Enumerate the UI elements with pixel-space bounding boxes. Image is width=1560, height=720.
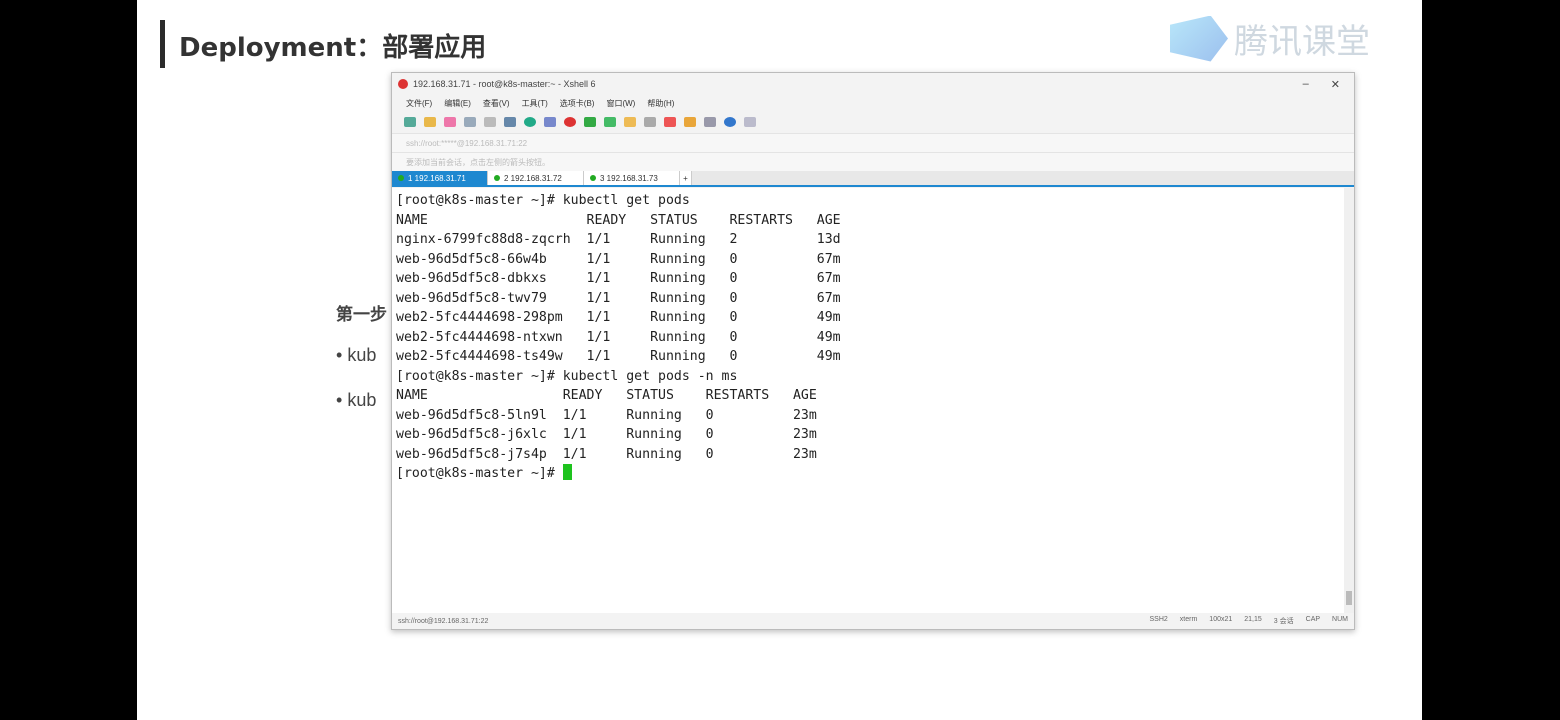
session-tabs: 1 192.168.31.71 2 192.168.31.72 3 192.16… — [392, 171, 1354, 187]
keyboard-icon[interactable] — [644, 117, 656, 127]
terminal-line: nginx-6799fc88d8-zqcrh 1/1 Running 2 13d — [396, 232, 841, 247]
layout-icon[interactable] — [704, 117, 716, 127]
terminal-line: web-96d5df5c8-dbkxs 1/1 Running 0 67m — [396, 271, 841, 286]
toolbar — [392, 111, 1354, 133]
menu-tools[interactable]: 工具(T) — [522, 98, 548, 109]
close-button[interactable]: ✕ — [1331, 78, 1340, 91]
menu-edit[interactable]: 编辑(E) — [444, 98, 471, 109]
fullscreen-icon[interactable] — [604, 117, 616, 127]
bullet-2: • kub — [336, 390, 377, 410]
menu-tabs[interactable]: 选项卡(B) — [560, 98, 595, 109]
xshell-window: 192.168.31.71 - root@k8s-master:~ - Xshe… — [391, 72, 1355, 630]
terminal-line: web-96d5df5c8-j6xlc 1/1 Running 0 23m — [396, 427, 817, 442]
tab-session-1[interactable]: 1 192.168.31.71 — [392, 171, 488, 185]
window-titlebar: 192.168.31.71 - root@k8s-master:~ - Xshe… — [392, 73, 1354, 95]
status-size: 100x21 — [1209, 616, 1233, 623]
terminal-line: web-96d5df5c8-66w4b 1/1 Running 0 67m — [396, 251, 841, 267]
logo-text: 腾讯课堂 — [1234, 22, 1370, 62]
search-icon[interactable] — [484, 117, 496, 127]
terminal-line: NAME READY STATUS RESTARTS AGE — [396, 388, 817, 403]
terminal-line: NAME READY STATUS RESTARTS AGE — [396, 212, 841, 228]
prompt: [root@k8s-master ~]# — [396, 466, 563, 481]
status-sessions: 3 会话 — [1273, 618, 1294, 625]
menu-view[interactable]: 查看(V) — [483, 98, 510, 109]
bullet-1: • kub — [336, 345, 377, 365]
address-bar[interactable]: ssh://root:*****@192.168.31.71:22 — [392, 133, 1354, 152]
xshell-icon — [398, 79, 408, 89]
status-protocol: SSH2 — [1149, 616, 1168, 623]
terminal-line: web-96d5df5c8-j7s4p 1/1 Running 0 23m — [396, 446, 817, 462]
open-folder-icon[interactable] — [424, 117, 436, 127]
properties-icon[interactable] — [464, 117, 476, 127]
status-connection: ssh://root@192.168.31.71:22 — [398, 617, 489, 625]
add-tab-button[interactable]: + — [680, 171, 692, 185]
compose-icon[interactable] — [684, 117, 696, 127]
scrollbar[interactable] — [1344, 188, 1354, 613]
logo: 腾讯课堂 — [1170, 14, 1370, 63]
play-logo-icon — [1170, 15, 1228, 62]
print-icon[interactable] — [504, 117, 516, 127]
slide-title: Deployment：部署应用 — [179, 33, 487, 63]
terminal-line: web2-5fc4444698-ts49w 1/1 Running 0 49m — [396, 349, 841, 364]
status-dot-icon — [590, 175, 596, 181]
terminal-line: web-96d5df5c8-twv79 1/1 Running 0 67m — [396, 290, 841, 306]
menu-bar: 文件(F) 编辑(E) 查看(V) 工具(T) 选项卡(B) 窗口(W) 帮助(… — [392, 95, 1354, 111]
help-icon[interactable] — [724, 117, 736, 127]
tab-session-3[interactable]: 3 192.168.31.73 — [584, 171, 680, 185]
terminal-line: web-96d5df5c8-5ln9l 1/1 Running 0 23m — [396, 407, 817, 423]
xftp-icon[interactable] — [564, 117, 576, 127]
session-hint: 要添加当前会话，点击左侧的箭头按钮。 — [392, 152, 1354, 171]
copy-icon[interactable] — [444, 117, 456, 127]
status-cap: CAP — [1305, 616, 1321, 623]
script-icon[interactable] — [584, 117, 596, 127]
terminal[interactable]: [root@k8s-master ~]# kubectl get pods NAM… — [392, 188, 1344, 613]
menu-file[interactable]: 文件(F) — [406, 98, 432, 109]
terminal-line: [root@k8s-master ~]# kubectl get pods — [396, 193, 690, 208]
status-dot-icon — [398, 175, 404, 181]
new-session-icon[interactable] — [404, 117, 416, 127]
menu-help[interactable]: 帮助(H) — [647, 98, 674, 109]
status-bar: ssh://root@192.168.31.71:22 SSH2 xterm 1… — [392, 613, 1354, 629]
highlight-icon[interactable] — [664, 117, 676, 127]
step-label: 第一步 — [336, 305, 387, 324]
status-dot-icon — [494, 175, 500, 181]
lock-icon[interactable] — [624, 117, 636, 127]
font-icon[interactable] — [544, 117, 556, 127]
terminal-line: [root@k8s-master ~]# kubectl get pods -n… — [396, 368, 738, 384]
window-title: 192.168.31.71 - root@k8s-master:~ - Xshe… — [413, 79, 596, 89]
terminal-line: web2-5fc4444698-ntxwn 1/1 Running 0 49m — [396, 329, 841, 345]
minimize-button[interactable]: – — [1303, 78, 1309, 91]
status-num: NUM — [1332, 616, 1348, 623]
tab-session-2[interactable]: 2 192.168.31.72 — [488, 171, 584, 185]
title-accent-bar — [160, 20, 165, 68]
status-term: xterm — [1179, 616, 1198, 623]
cursor — [562, 464, 572, 480]
globe-icon[interactable] — [524, 117, 536, 127]
terminal-line: web2-5fc4444698-298pm 1/1 Running 0 49m — [396, 310, 841, 325]
chat-icon[interactable] — [744, 117, 756, 127]
status-position: 21,15 — [1244, 616, 1262, 623]
menu-window[interactable]: 窗口(W) — [606, 98, 635, 109]
